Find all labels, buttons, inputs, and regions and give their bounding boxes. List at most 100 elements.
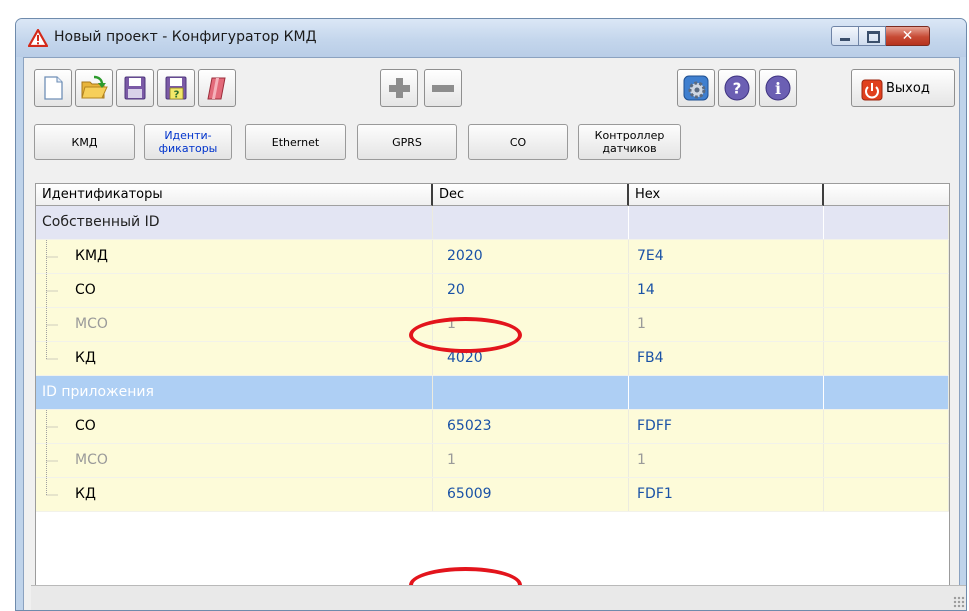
column-header-dec[interactable]: Dec: [433, 184, 629, 206]
warning-icon: [28, 29, 48, 47]
empty-cell: [824, 444, 949, 477]
tab-ethernet[interactable]: Ethernet: [245, 124, 346, 160]
settings-button[interactable]: [677, 69, 715, 107]
identifier-label: КД: [75, 350, 96, 366]
minimize-button[interactable]: [831, 26, 859, 46]
svg-text:?: ?: [733, 80, 742, 98]
identifier-cell: CO: [36, 274, 433, 307]
group-hex-cell: [629, 376, 824, 409]
tab-label: КМД: [71, 135, 98, 149]
identifier-cell: МСО: [36, 308, 433, 341]
tree-connector-icon: [46, 274, 58, 307]
erase-button[interactable]: [198, 69, 236, 107]
identifier-cell: МСО: [36, 444, 433, 477]
dec-value-cell[interactable]: 65009: [433, 478, 629, 511]
empty-cell: [824, 478, 949, 511]
identifier-label: МСО: [75, 316, 108, 332]
tab-label: CO: [509, 135, 527, 149]
close-button[interactable]: ✕: [886, 26, 930, 46]
tab-kmd[interactable]: КМД: [34, 124, 135, 160]
group-extra-cell: [824, 206, 949, 239]
hex-value-cell[interactable]: 1: [629, 308, 824, 341]
empty-cell: [824, 240, 949, 273]
tree-connector-icon: [46, 240, 58, 273]
identifier-cell: КМД: [36, 240, 433, 273]
plus-icon: [389, 78, 410, 98]
table-row[interactable]: КД 65009 FDF1: [36, 478, 949, 512]
new-file-icon: [44, 76, 63, 100]
tab-co[interactable]: CO: [468, 124, 568, 160]
exit-label: Выход: [886, 81, 930, 96]
dec-value-cell[interactable]: 20: [433, 274, 629, 307]
help-icon: ?: [724, 75, 750, 101]
save-as-icon: ?: [165, 76, 187, 101]
remove-button[interactable]: [424, 69, 462, 107]
column-header-hex[interactable]: Hex: [629, 184, 824, 206]
table-row[interactable]: КМД 2020 7E4: [36, 240, 949, 274]
dec-value-cell[interactable]: 65023: [433, 410, 629, 443]
identifier-label: КМД: [75, 248, 108, 264]
empty-cell: [824, 308, 949, 341]
info-button[interactable]: i: [759, 69, 797, 107]
maximize-button[interactable]: [859, 26, 886, 46]
identifier-cell: CO: [36, 410, 433, 443]
exit-button[interactable]: Выход: [851, 69, 955, 107]
table-row[interactable]: КД 4020 FB4: [36, 342, 949, 376]
dec-value-cell[interactable]: 2020: [433, 240, 629, 273]
client-area: ? ? i Выход КМД Иденти- фикаторы Etherne…: [23, 57, 966, 610]
empty-cell: [824, 274, 949, 307]
hex-value-cell[interactable]: FB4: [629, 342, 824, 375]
save-button[interactable]: [116, 69, 154, 107]
eraser-icon: [207, 77, 226, 100]
dec-value-cell[interactable]: 4020: [433, 342, 629, 375]
column-header-identifiers[interactable]: Идентификаторы: [36, 184, 433, 206]
open-folder-icon: [81, 75, 108, 99]
new-file-button[interactable]: [34, 69, 72, 107]
hex-value-cell[interactable]: 1: [629, 444, 824, 477]
save-as-button[interactable]: ?: [157, 69, 195, 107]
settings-gear-icon: [683, 75, 709, 101]
table-row[interactable]: МСО 1 1: [36, 444, 949, 478]
hex-value-cell[interactable]: 7E4: [629, 240, 824, 273]
hex-value-cell[interactable]: FDFF: [629, 410, 824, 443]
add-button[interactable]: [380, 69, 418, 107]
info-icon: i: [765, 75, 791, 101]
open-project-button[interactable]: [75, 69, 113, 107]
identifier-cell: КД: [36, 478, 433, 511]
help-button[interactable]: ?: [718, 69, 756, 107]
floppy-icon: [124, 76, 146, 100]
tree-connector-icon: [46, 478, 58, 496]
tab-label: GPRS: [392, 135, 422, 149]
group-row[interactable]: ID приложения: [36, 376, 949, 410]
hex-value-cell[interactable]: 14: [629, 274, 824, 307]
empty-cell: [824, 410, 949, 443]
empty-cell: [824, 342, 949, 375]
title-bar[interactable]: Новый проект - Конфигуратор КМД ✕: [16, 19, 966, 57]
table-row[interactable]: МСО 1 1: [36, 308, 949, 342]
dec-value-cell[interactable]: 1: [433, 308, 629, 341]
tree-connector-icon: [46, 444, 58, 477]
group-name: Собственный ID: [36, 206, 433, 239]
identifiers-grid[interactable]: Идентификаторы Dec Hex Собственный ID КМД…: [35, 183, 950, 595]
tab-gprs[interactable]: GPRS: [357, 124, 457, 160]
svg-text:?: ?: [174, 90, 180, 101]
identifier-label: CO: [75, 282, 96, 298]
table-row[interactable]: CO 20 14: [36, 274, 949, 308]
group-hex-cell: [629, 206, 824, 239]
identifier-label: КД: [75, 486, 96, 502]
group-row[interactable]: Собственный ID: [36, 206, 949, 240]
table-row[interactable]: CO 65023 FDFF: [36, 410, 949, 444]
resize-grip-icon[interactable]: [953, 596, 965, 608]
svg-text:i: i: [775, 79, 781, 98]
minus-icon: [432, 85, 454, 92]
tab-identifiers[interactable]: Иденти- фикаторы: [144, 124, 232, 160]
tab-sensor-controller[interactable]: Контроллер датчиков: [578, 124, 681, 160]
identifier-label: CO: [75, 418, 96, 434]
group-extra-cell: [824, 376, 949, 409]
app-window: Новый проект - Конфигуратор КМД ✕ ? ? i …: [15, 18, 967, 611]
tree-connector-icon: [46, 410, 58, 443]
window-title: Новый проект - Конфигуратор КМД: [54, 29, 317, 45]
hex-value-cell[interactable]: FDF1: [629, 478, 824, 511]
identifier-cell: КД: [36, 342, 433, 375]
dec-value-cell[interactable]: 1: [433, 444, 629, 477]
